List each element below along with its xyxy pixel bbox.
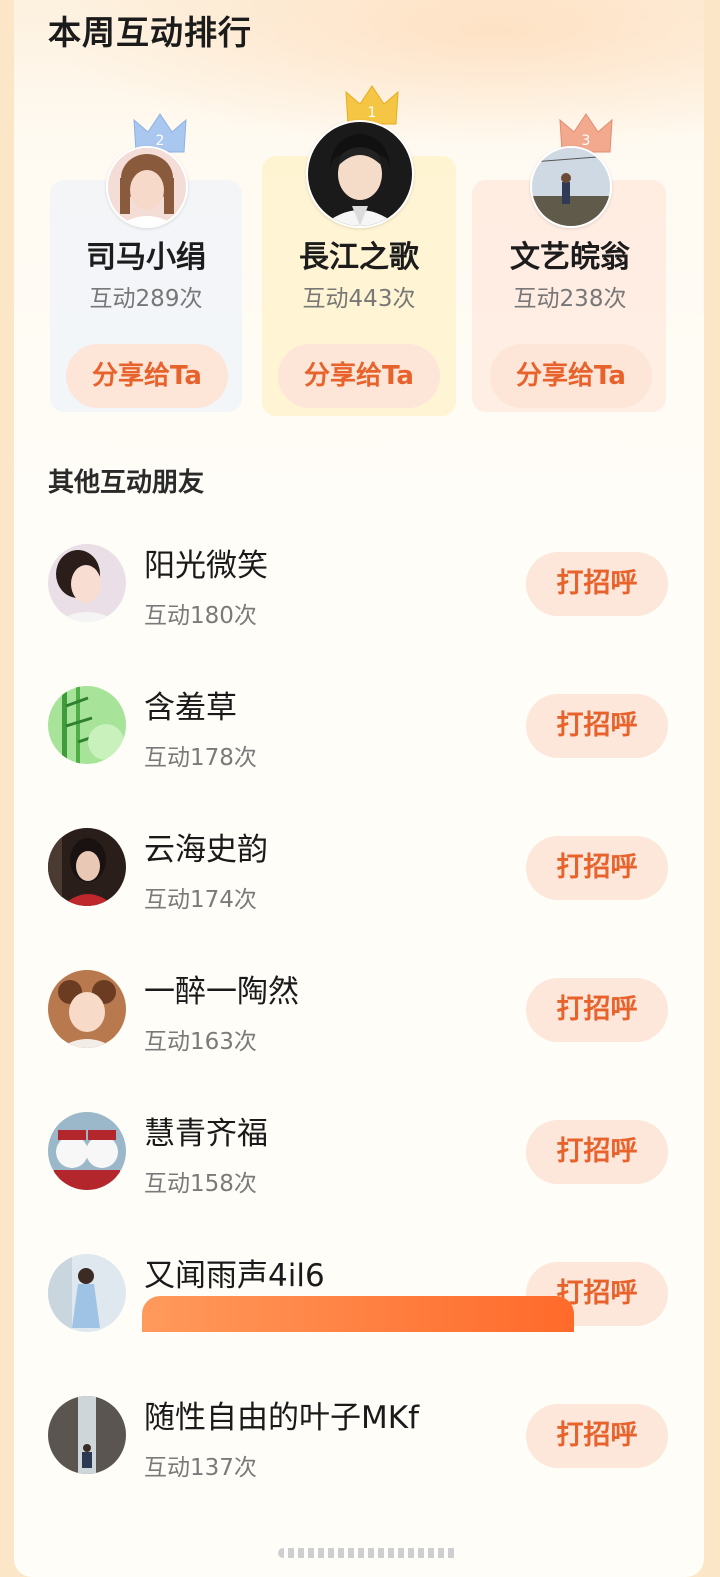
- list-item: 一醉一陶然 互动163次 打招呼: [14, 970, 704, 1100]
- greet-button[interactable]: 打招呼: [526, 836, 668, 900]
- share-button-rank-1[interactable]: 分享给Ta: [278, 344, 440, 408]
- podium-name-rank-3[interactable]: 文艺皖翁: [470, 232, 670, 276]
- avatar-rank-2[interactable]: [106, 146, 188, 228]
- svg-text:1: 1: [368, 105, 377, 121]
- friend-name[interactable]: 又闻雨声4il6: [144, 1250, 325, 1295]
- greet-button[interactable]: 打招呼: [526, 1404, 668, 1468]
- greet-button[interactable]: 打招呼: [526, 978, 668, 1042]
- avatar[interactable]: [48, 970, 126, 1048]
- others-section-title: 其他互动朋友: [48, 468, 205, 498]
- avatar[interactable]: [48, 686, 126, 764]
- list-item: 随性自由的叶子MKf 互动137次 打招呼: [14, 1396, 704, 1526]
- list-item: 慧青齐福 互动158次 打招呼: [14, 1112, 704, 1242]
- avatar[interactable]: [48, 1112, 126, 1190]
- interaction-count: 互动174次: [144, 887, 257, 913]
- interaction-count: 互动163次: [144, 1029, 257, 1055]
- friend-name[interactable]: 随性自由的叶子MKf: [144, 1392, 419, 1437]
- podium-count-rank-2: 互动289次: [89, 286, 203, 312]
- home-indicator: [278, 1548, 458, 1558]
- friend-name[interactable]: 一醉一陶然: [144, 966, 299, 1011]
- page-title: 本周互动排行: [48, 13, 252, 52]
- greet-button[interactable]: 打招呼: [526, 1120, 668, 1184]
- greet-button[interactable]: 打招呼: [526, 694, 668, 758]
- avatar[interactable]: [48, 1396, 126, 1474]
- ranking-card: 本周互动排行 2 司马小绢 互动289次 分享给Ta 1 長江之歌 互动443次…: [14, 0, 704, 1577]
- share-button-rank-2[interactable]: 分享给Ta: [66, 344, 228, 408]
- friend-name[interactable]: 云海史韵: [144, 824, 268, 869]
- greet-button[interactable]: 打招呼: [526, 552, 668, 616]
- friend-name[interactable]: 慧青齐福: [144, 1108, 268, 1153]
- avatar[interactable]: [48, 828, 126, 906]
- toast-bar: [142, 1296, 574, 1332]
- share-button-rank-3[interactable]: 分享给Ta: [490, 344, 652, 408]
- svg-text:3: 3: [582, 133, 591, 149]
- interaction-count: 互动137次: [144, 1455, 257, 1481]
- podium-count-rank-1: 互动443次: [302, 286, 416, 312]
- friend-name[interactable]: 阳光微笑: [144, 540, 268, 585]
- podium-count-rank-3: 互动238次: [513, 286, 627, 312]
- list-item: 阳光微笑 互动180次 打招呼: [14, 544, 704, 674]
- friend-name[interactable]: 含羞草: [144, 682, 237, 727]
- interaction-count: 互动180次: [144, 603, 257, 629]
- avatar[interactable]: [48, 1254, 126, 1332]
- avatar-rank-1[interactable]: [306, 120, 414, 228]
- interaction-count: 互动158次: [144, 1171, 257, 1197]
- podium-name-rank-2[interactable]: 司马小绢: [46, 232, 246, 276]
- avatar[interactable]: [48, 544, 126, 622]
- avatar-rank-3[interactable]: [530, 146, 612, 228]
- list-item: 云海史韵 互动174次 打招呼: [14, 828, 704, 958]
- interaction-count: 互动178次: [144, 745, 257, 771]
- podium-name-rank-1[interactable]: 長江之歌: [259, 232, 459, 276]
- list-item: 含羞草 互动178次 打招呼: [14, 686, 704, 816]
